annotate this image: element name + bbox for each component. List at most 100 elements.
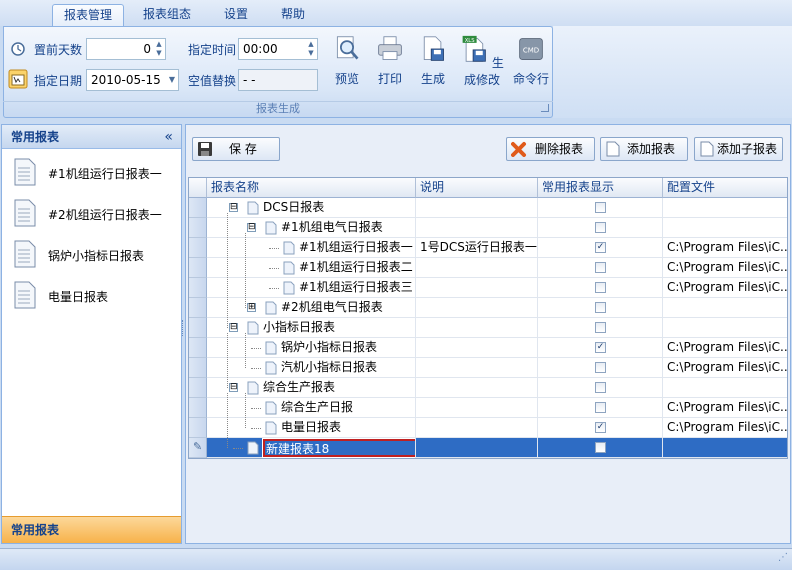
favorite-checkbox[interactable]: ✓ (595, 342, 606, 353)
cell-config[interactable]: C:\Program Files\iC... (663, 278, 787, 298)
table-row[interactable]: 锅炉小指标日报表 ✓ C:\Program Files\iC... (189, 338, 787, 358)
favorite-checkbox[interactable] (595, 262, 606, 273)
clock-icon[interactable] (10, 41, 26, 57)
table-row[interactable]: 汽机小指标日报表 C:\Program Files\iC... (189, 358, 787, 378)
cell-desc[interactable] (416, 278, 538, 298)
favorite-item[interactable]: #2机组运行日报表一 (10, 197, 178, 231)
time-input[interactable]: 00:00 ▲ ▼ (238, 38, 318, 60)
cell-desc[interactable] (416, 258, 538, 278)
tree-expander-icon[interactable]: ⊟ (229, 323, 238, 332)
table-row[interactable]: ⊟ 综合生产报表 (189, 378, 787, 398)
column-header-name[interactable]: 报表名称 (207, 178, 416, 198)
cell-config[interactable]: C:\Program Files\iC... (663, 418, 787, 438)
calendar-icon[interactable] (8, 69, 28, 89)
table-row[interactable]: ✎ 新建报表18 (189, 438, 787, 458)
cell-desc[interactable] (416, 438, 538, 458)
favorite-checkbox[interactable]: ✓ (595, 422, 606, 433)
date-picker[interactable]: 2010-05-15 ▼ (86, 69, 179, 91)
cell-name[interactable]: #1机组运行日报表三 (207, 278, 416, 298)
row-indicator[interactable] (189, 378, 207, 398)
cell-desc[interactable] (416, 338, 538, 358)
tab-report-config[interactable]: 报表组态 (133, 4, 201, 26)
row-indicator[interactable] (189, 278, 207, 298)
tree-expander-icon[interactable]: ⊟ (247, 223, 256, 232)
favorite-checkbox[interactable] (595, 202, 606, 213)
cell-name[interactable]: ⊟ DCS日报表 (207, 198, 416, 218)
command-line-button[interactable]: CMD 命令行 (511, 35, 551, 87)
preview-button[interactable]: 预览 (327, 35, 367, 87)
cell-desc[interactable] (416, 418, 538, 438)
days-before-spinner[interactable]: ▲ ▼ (155, 40, 163, 58)
favorite-checkbox[interactable] (595, 442, 606, 453)
cell-desc[interactable] (416, 198, 538, 218)
row-indicator[interactable] (189, 318, 207, 338)
generate-modify-button[interactable]: XLS 生成修改 (456, 35, 508, 88)
cell-config[interactable]: C:\Program Files\iC... (663, 358, 787, 378)
cell-desc[interactable]: 1号DCS运行日报表一 (416, 238, 538, 258)
favorite-item[interactable]: 锅炉小指标日报表 (10, 238, 178, 272)
time-spinner[interactable]: ▲ ▼ (307, 40, 315, 58)
cell-config[interactable]: C:\Program Files\iC... (663, 258, 787, 278)
cell-name[interactable]: ⊟ 综合生产报表 (207, 378, 416, 398)
chevron-down-icon[interactable]: ▼ (169, 70, 175, 90)
row-indicator[interactable] (189, 198, 207, 218)
row-indicator[interactable] (189, 258, 207, 278)
add-child-report-button[interactable]: 添加子报表 (694, 137, 783, 161)
cell-desc[interactable] (416, 358, 538, 378)
cell-name[interactable]: 汽机小指标日报表 (207, 358, 416, 378)
row-indicator[interactable] (189, 238, 207, 258)
cell-config[interactable] (663, 298, 787, 318)
favorites-footer-tab[interactable]: 常用报表 (2, 516, 181, 543)
cell-name[interactable]: ⊟ #1机组电气日报表 (207, 218, 416, 238)
cell-name[interactable]: #1机组运行日报表二 (207, 258, 416, 278)
favorite-checkbox[interactable] (595, 322, 606, 333)
table-row[interactable]: #1机组运行日报表三 C:\Program Files\iC... (189, 278, 787, 298)
favorite-checkbox[interactable] (595, 382, 606, 393)
column-header-config[interactable]: 配置文件 (663, 178, 787, 198)
tree-expander-icon[interactable]: ⊞ (247, 303, 256, 312)
cell-config[interactable] (663, 318, 787, 338)
favorite-checkbox[interactable] (595, 282, 606, 293)
row-indicator[interactable] (189, 398, 207, 418)
favorite-checkbox[interactable] (595, 222, 606, 233)
row-indicator[interactable] (189, 298, 207, 318)
cell-name[interactable]: 电量日报表 (207, 418, 416, 438)
cell-config[interactable]: C:\Program Files\iC... (663, 238, 787, 258)
tab-help[interactable]: 帮助 (271, 4, 315, 26)
cell-desc[interactable] (416, 318, 538, 338)
table-row[interactable]: #1机组运行日报表一 1号DCS运行日报表一 ✓ C:\Program Files\i… (189, 238, 787, 258)
cell-name[interactable]: ⊟ 小指标日报表 (207, 318, 416, 338)
null-replace-input[interactable]: - - (238, 69, 318, 91)
cell-config[interactable] (663, 198, 787, 218)
table-row[interactable]: ⊟ #1机组电气日报表 (189, 218, 787, 238)
cell-desc[interactable] (416, 378, 538, 398)
cell-name[interactable]: 锅炉小指标日报表 (207, 338, 416, 358)
cell-config[interactable] (663, 438, 787, 458)
cell-name[interactable]: 综合生产日报 (207, 398, 416, 418)
table-row[interactable]: 综合生产日报 C:\Program Files\iC... (189, 398, 787, 418)
save-button[interactable]: 保 存 (192, 137, 280, 161)
rename-input[interactable]: 新建报表18 (262, 438, 415, 458)
resize-grip-icon[interactable]: ⋰ (778, 552, 788, 563)
cell-name[interactable]: #1机组运行日报表一 (207, 238, 416, 258)
row-indicator[interactable] (189, 418, 207, 438)
column-header-desc[interactable]: 说明 (416, 178, 538, 198)
row-indicator[interactable]: ✎ (189, 438, 207, 458)
cell-config[interactable]: C:\Program Files\iC... (663, 398, 787, 418)
group-launcher-icon[interactable] (541, 104, 549, 112)
generate-button[interactable]: 生成 (413, 35, 453, 87)
days-before-input[interactable]: 0 ▲ ▼ (86, 38, 166, 60)
cell-config[interactable] (663, 218, 787, 238)
favorite-checkbox[interactable]: ✓ (595, 242, 606, 253)
cell-config[interactable]: C:\Program Files\iC... (663, 338, 787, 358)
add-report-button[interactable]: 添加报表 (600, 137, 688, 161)
table-row[interactable]: 电量日报表 ✓ C:\Program Files\iC... (189, 418, 787, 438)
cell-desc[interactable] (416, 398, 538, 418)
favorite-checkbox[interactable] (595, 362, 606, 373)
table-row[interactable]: ⊟ 小指标日报表 (189, 318, 787, 338)
cell-config[interactable] (663, 378, 787, 398)
delete-report-button[interactable]: 删除报表 (506, 137, 595, 161)
row-indicator[interactable] (189, 358, 207, 378)
tree-expander-icon[interactable]: ⊟ (229, 383, 238, 392)
tab-settings[interactable]: 设置 (214, 4, 258, 26)
